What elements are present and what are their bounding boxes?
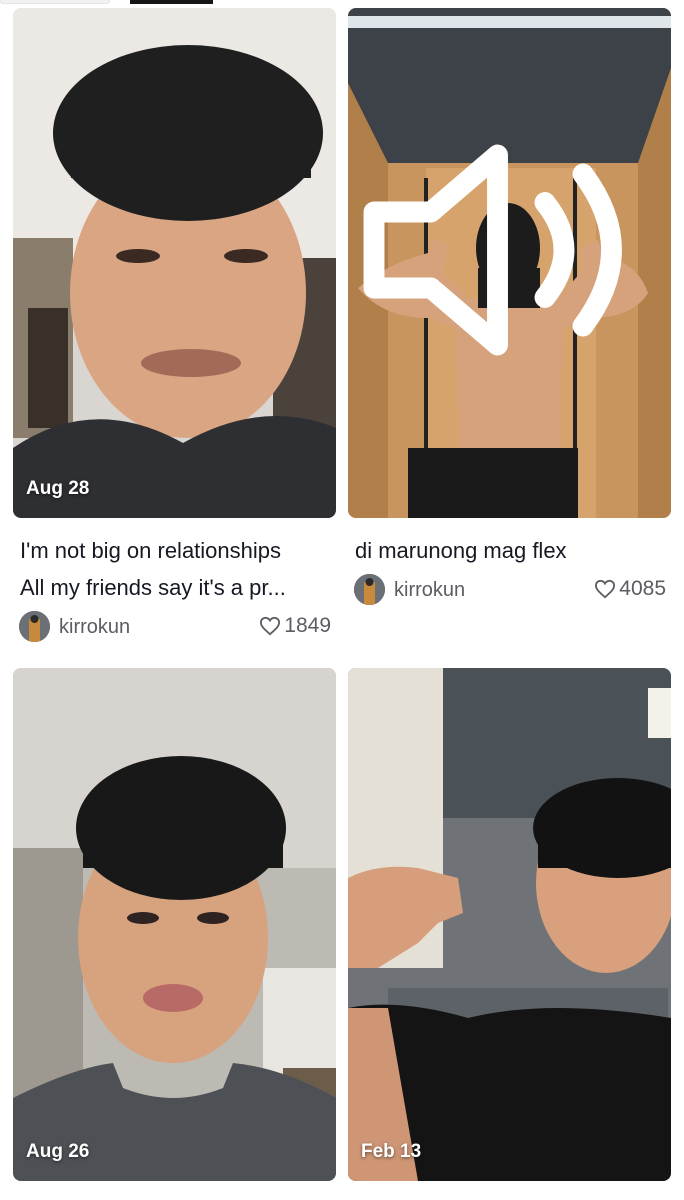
thumbnail-image — [13, 668, 336, 1181]
caption-line: I'm not big on relationships — [20, 538, 282, 563]
like-count[interactable]: 4085 — [594, 577, 666, 601]
like-count-value: 1849 — [284, 614, 331, 637]
video-meta: kirrokun 1849 — [19, 610, 331, 644]
avatar[interactable] — [19, 611, 50, 642]
like-count-value: 4085 — [619, 577, 666, 600]
heart-outline-icon — [260, 616, 281, 636]
caption-line: All my friends say it's a pr... — [20, 575, 286, 600]
like-count[interactable]: 1849 — [259, 614, 331, 638]
avatar[interactable] — [354, 574, 385, 605]
video-thumbnail[interactable]: Aug 26 — [13, 668, 336, 1181]
username[interactable]: kirrokun — [394, 579, 465, 602]
date-badge: Aug 28 — [26, 478, 90, 499]
username[interactable]: kirrokun — [59, 616, 130, 639]
heart-outline-icon — [595, 579, 616, 599]
video-caption[interactable]: di marunong mag flex — [355, 532, 665, 569]
video-thumbnail[interactable] — [348, 8, 671, 518]
active-tab-indicator — [130, 0, 213, 4]
top-tab-indicator — [0, 0, 110, 4]
video-thumbnail[interactable]: Aug 28 — [13, 8, 336, 518]
video-caption[interactable]: I'm not big on relationships All my frie… — [20, 532, 330, 606]
thumbnail-image — [348, 668, 671, 1181]
speaker-icon[interactable] — [348, 8, 659, 505]
video-thumbnail[interactable]: Feb 13 — [348, 668, 671, 1181]
caption-line: di marunong mag flex — [355, 538, 567, 563]
date-badge: Feb 13 — [361, 1141, 422, 1162]
thumbnail-image — [13, 8, 336, 518]
video-meta: kirrokun 4085 — [354, 573, 666, 607]
date-badge: Aug 26 — [26, 1141, 90, 1162]
